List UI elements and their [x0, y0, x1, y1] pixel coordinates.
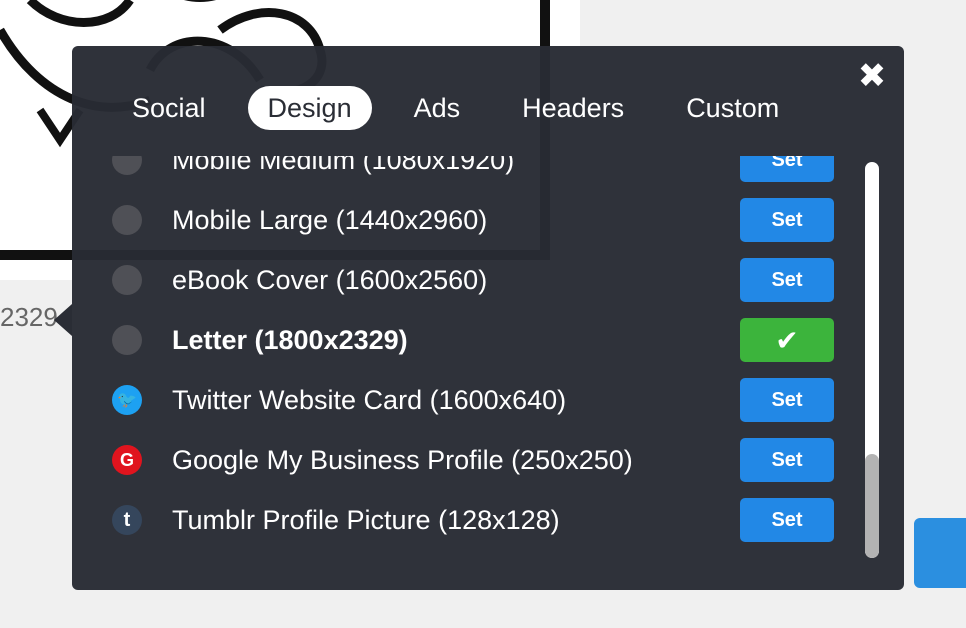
preset-label: Google My Business Profile (250x250)	[172, 444, 633, 475]
tab-design[interactable]: Design	[247, 86, 372, 130]
preset-label: Twitter Website Card (1600x640)	[172, 384, 567, 415]
preset-label: Tumblr Profile Picture (128x128)	[172, 504, 560, 535]
twitter-icon: 🐦	[112, 385, 142, 415]
set-button[interactable]: Set	[740, 156, 834, 182]
preset-label: eBook Cover (1600x2560)	[172, 264, 488, 295]
list-item: t Tumblr Profile Picture (128x128) Set	[72, 490, 862, 550]
tab-headers[interactable]: Headers	[502, 86, 644, 130]
preset-label: Letter (1800x2329)	[172, 324, 408, 355]
tumblr-icon: t	[112, 505, 142, 535]
gray-dot-icon	[112, 265, 142, 295]
gray-dot-icon	[112, 156, 142, 175]
preset-label: Mobile Medium (1080x1920)	[172, 156, 515, 175]
scrollbar-thumb[interactable]	[865, 454, 879, 558]
size-preset-popup: ✖ Social Design Ads Headers Custom Mobil…	[72, 46, 904, 590]
set-button[interactable]: Set	[740, 438, 834, 482]
preset-list[interactable]: Mobile Medium (1080x1920) Set Mobile Lar…	[72, 156, 862, 566]
tab-ads[interactable]: Ads	[394, 86, 481, 130]
list-item: G Google My Business Profile (250x250) S…	[72, 430, 862, 490]
google-icon: G	[112, 445, 142, 475]
category-tabs: Social Design Ads Headers Custom	[112, 86, 821, 130]
checkmark-button[interactable]: ✔	[740, 318, 834, 362]
set-button[interactable]: Set	[740, 378, 834, 422]
close-icon[interactable]: ✖	[856, 59, 888, 93]
list-item: Mobile Medium (1080x1920) Set	[72, 156, 862, 190]
set-button[interactable]: Set	[740, 258, 834, 302]
list-item: 🐦 Twitter Website Card (1600x640) Set	[72, 370, 862, 430]
set-button[interactable]: Set	[740, 498, 834, 542]
set-button[interactable]: Set	[740, 198, 834, 242]
popup-pointer	[54, 304, 72, 336]
gray-dot-icon	[112, 205, 142, 235]
list-item: eBook Cover (1600x2560) Set	[72, 250, 862, 310]
tab-custom[interactable]: Custom	[666, 86, 799, 130]
tab-social[interactable]: Social	[112, 86, 226, 130]
list-item-selected: Letter (1800x2329) ✔	[72, 310, 862, 370]
preset-label: Mobile Large (1440x2960)	[172, 204, 488, 235]
list-item: Mobile Large (1440x2960) Set	[72, 190, 862, 250]
scrollbar[interactable]	[865, 162, 879, 558]
share-button[interactable]	[914, 518, 966, 588]
gray-dot-icon	[112, 325, 142, 355]
canvas-size-label: 2329	[0, 302, 58, 332]
